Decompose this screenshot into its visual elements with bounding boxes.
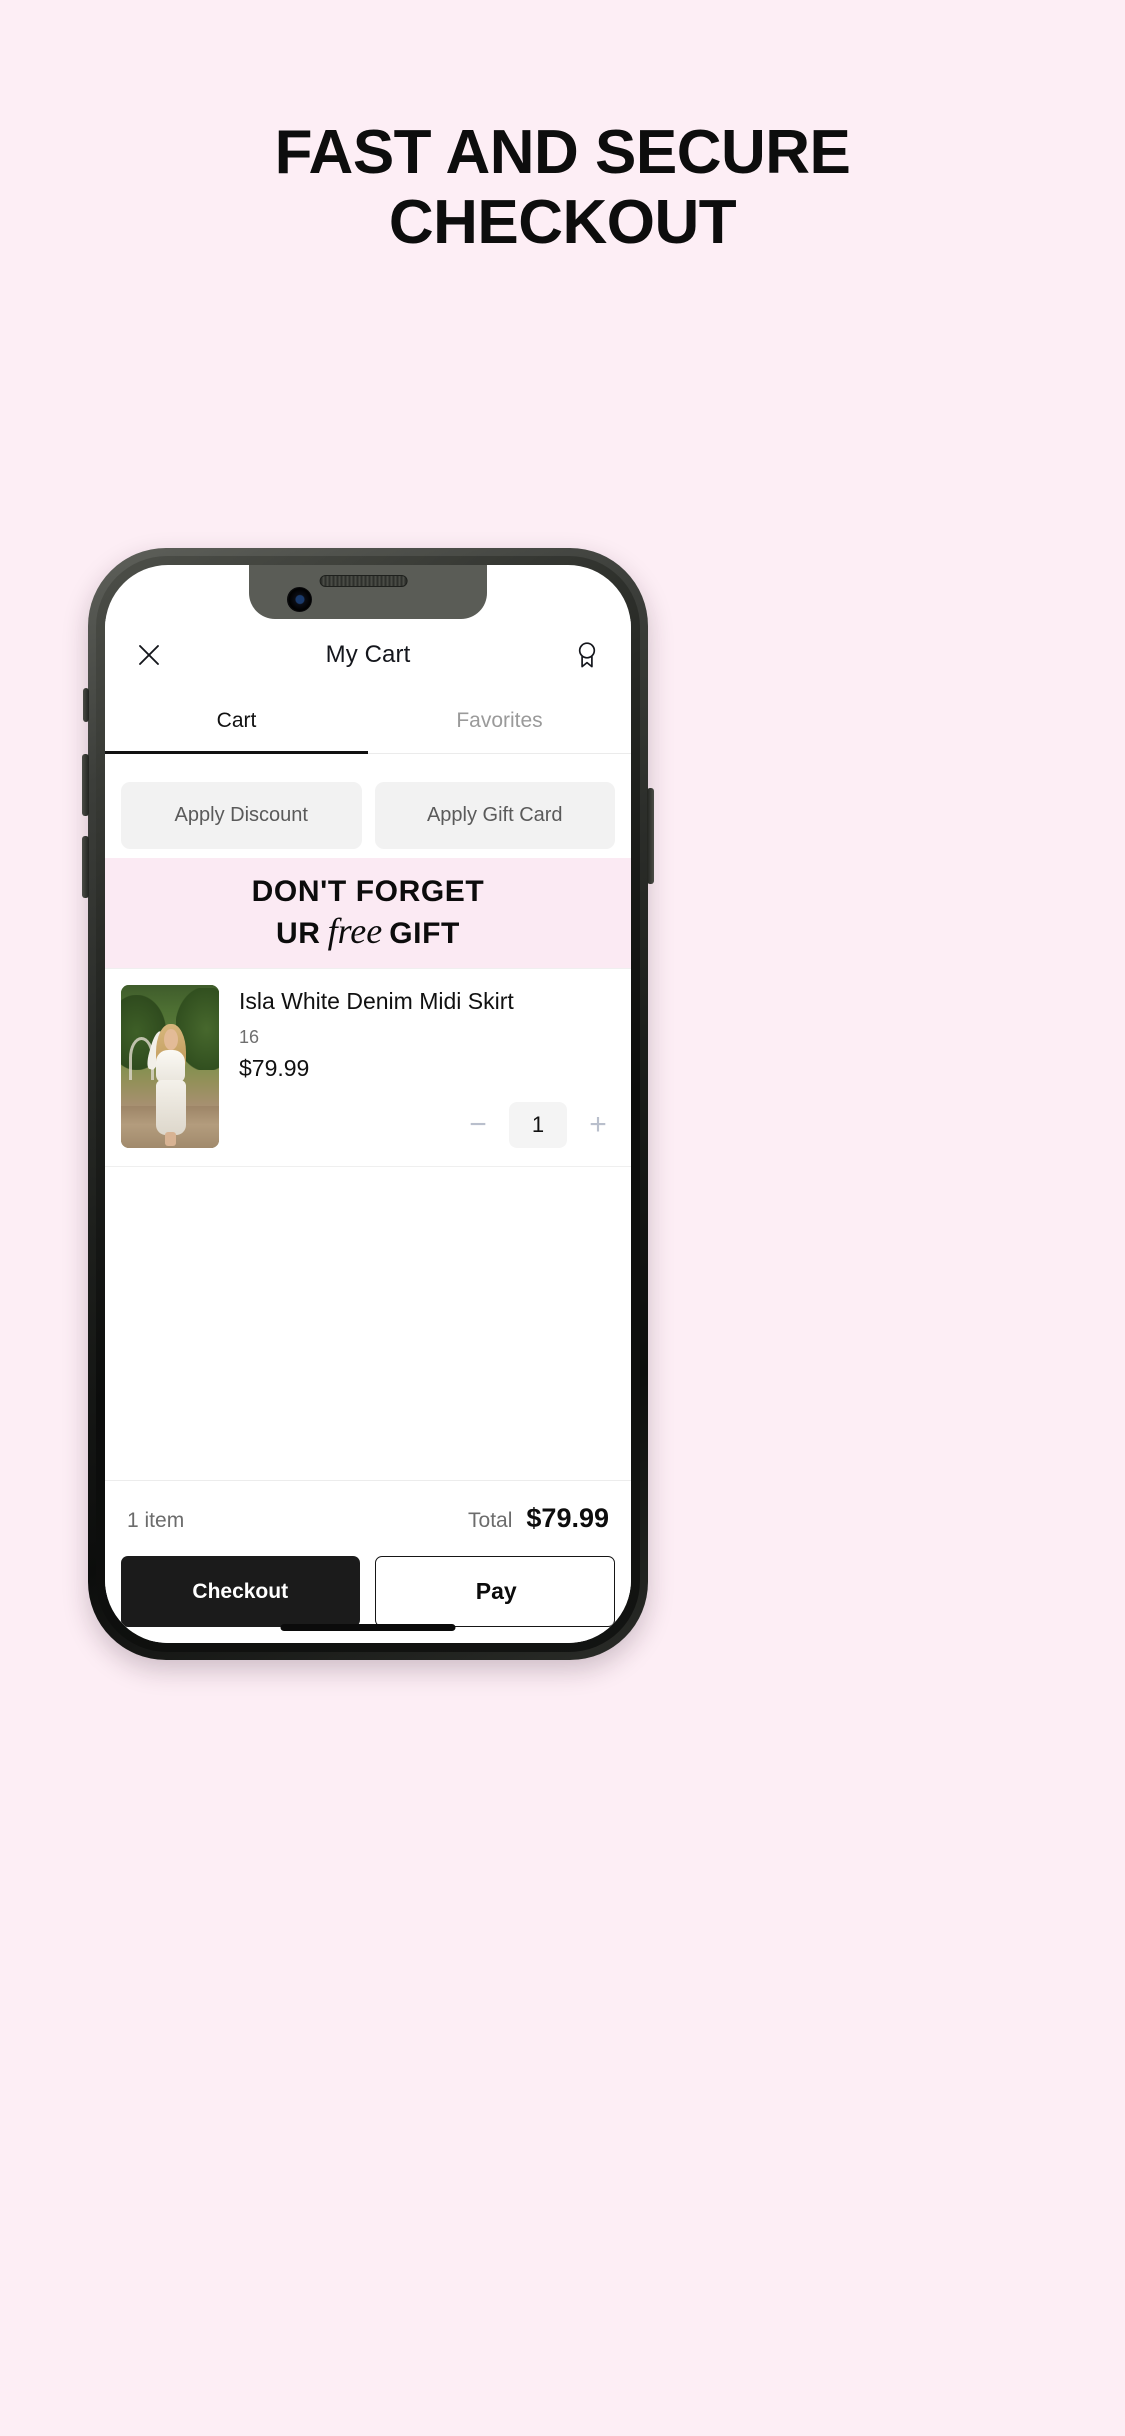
quantity-stepper: − 1 + — [239, 1102, 615, 1148]
notch — [249, 565, 487, 619]
cart-tabs: Cart Favorites — [105, 691, 631, 754]
volume-down-button[interactable] — [82, 836, 89, 898]
apply-discount-button[interactable]: Apply Discount — [121, 782, 362, 849]
cart-item-list: Isla White Denim Midi Skirt 16 $79.99 − … — [105, 968, 631, 1467]
increase-quantity-button[interactable]: + — [581, 1108, 615, 1142]
front-camera-icon — [287, 587, 312, 612]
tab-favorites[interactable]: Favorites — [368, 691, 631, 753]
tab-cart-label: Cart — [216, 709, 257, 732]
cart-footer: 1 item Total $79.99 Checkout Pay — [105, 1480, 631, 1643]
product-size: 16 — [239, 1026, 260, 1047]
item-count: 1 item — [127, 1509, 185, 1532]
product-price: $79.99 — [239, 1054, 310, 1081]
gift-banner-line-2: UR free GIFT — [276, 910, 460, 952]
home-indicator[interactable] — [280, 1624, 456, 1631]
apple-pay-label: Pay — [475, 1578, 517, 1604]
volume-up-button[interactable] — [82, 754, 89, 816]
close-icon[interactable] — [129, 635, 169, 675]
headline-line-1: FAST AND SECURE — [274, 118, 851, 187]
gift-banner-emphasis: free — [327, 910, 383, 951]
tab-cart[interactable]: Cart — [105, 691, 368, 754]
phone-bezel: My Cart Cart Favorites Apply Discount Ap… — [96, 556, 640, 1652]
app-title: My Cart — [325, 641, 411, 668]
tab-favorites-label: Favorites — [456, 709, 543, 732]
cart-totals: 1 item Total $79.99 — [121, 1481, 615, 1556]
earpiece-speaker-icon — [319, 575, 408, 587]
total-group: Total $79.99 — [468, 1503, 609, 1534]
gift-banner-line-2-pre: UR — [276, 916, 321, 950]
phone-mockup: My Cart Cart Favorites Apply Discount Ap… — [82, 548, 654, 1660]
power-button[interactable] — [647, 788, 654, 884]
total-value: $79.99 — [526, 1503, 609, 1533]
checkout-button[interactable]: Checkout — [121, 1556, 360, 1627]
apple-pay-button[interactable]: Pay — [374, 1556, 615, 1627]
decrease-quantity-button[interactable]: − — [461, 1108, 495, 1142]
product-title: Isla White Denim Midi Skirt — [239, 988, 514, 1014]
headline-line-2: CHECKOUT — [388, 188, 737, 258]
gift-banner-line-2-post: GIFT — [389, 916, 460, 950]
product-details: Isla White Denim Midi Skirt 16 $79.99 − … — [219, 985, 615, 1148]
app-header: My Cart — [105, 619, 631, 691]
promo-button-row: Apply Discount Apply Gift Card — [105, 768, 631, 867]
phone-screen: My Cart Cart Favorites Apply Discount Ap… — [105, 565, 631, 1643]
gift-banner-line-1: DON'T FORGET — [251, 874, 485, 908]
reward-badge-icon[interactable] — [567, 635, 607, 675]
total-label: Total — [468, 1509, 513, 1532]
cart-item-row[interactable]: Isla White Denim Midi Skirt 16 $79.99 − … — [105, 969, 631, 1167]
product-thumbnail[interactable] — [121, 985, 219, 1148]
quantity-value[interactable]: 1 — [509, 1102, 567, 1148]
page-title: FAST AND SECURE CHECKOUT — [0, 118, 1125, 258]
apply-gift-card-button[interactable]: Apply Gift Card — [374, 782, 615, 849]
mute-switch[interactable] — [83, 688, 89, 722]
free-gift-banner[interactable]: DON'T FORGET UR free GIFT — [105, 858, 631, 968]
